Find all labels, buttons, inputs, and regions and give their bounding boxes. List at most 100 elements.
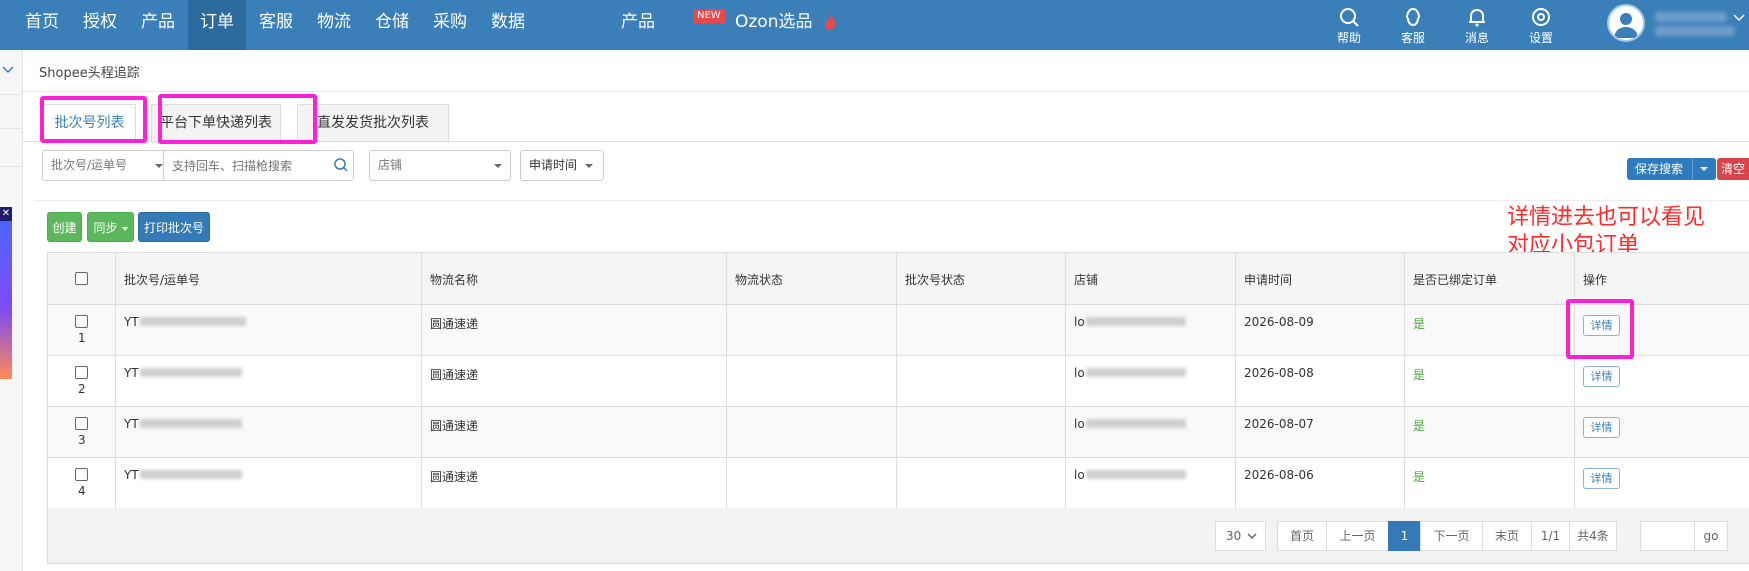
highlight-box [1566,299,1634,359]
search-input[interactable] [163,150,354,181]
batch-number-blurred [140,419,242,428]
shop-select-value: 店铺 [378,158,403,172]
nav-item-service[interactable]: 客服 [248,0,304,50]
side-ad-banner[interactable] [0,207,12,379]
shop-select[interactable]: 店铺 [369,150,511,181]
select-all-checkbox[interactable] [75,272,88,285]
search-icon[interactable] [333,157,349,173]
column-divider [726,253,727,509]
headset-icon [1406,7,1420,27]
table-row: 3 YT 圆通速递 lo 2026-08-07 是 详情 [48,407,1749,458]
nav-item-data[interactable]: 数据 [480,0,536,50]
last-page-button[interactable]: 末页 [1482,521,1532,551]
user-name-blurred [1655,12,1727,22]
bound-status: 是 [1413,419,1426,433]
table-header: 批次号/运单号 物流名称 物流状态 批次号状态 店铺 申请时间 是否已绑定订单 … [48,253,1749,305]
tool-service-label: 客服 [1400,31,1425,45]
header-bound: 是否已绑定订单 [1413,273,1498,287]
detail-button[interactable]: 详情 [1583,468,1620,489]
user-menu[interactable] [1605,0,1749,50]
nav-item-products[interactable]: 产品 [130,0,186,50]
shop-name: lo [1074,366,1085,380]
tab-direct-shipping-list[interactable]: 直发发货批次列表 [297,104,449,141]
clear-button[interactable]: 清空 [1717,158,1749,180]
prev-page-button[interactable]: 上一页 [1326,521,1389,551]
time-select-value: 申请时间 [529,158,578,172]
save-search-label: 保存搜索 [1635,162,1684,176]
first-page-button[interactable]: 首页 [1277,521,1327,551]
apply-time: 2026-08-08 [1244,366,1314,380]
type-select[interactable]: 批次号/运单号 [42,150,172,181]
highlight-box [158,94,317,144]
batch-table: 批次号/运单号 物流名称 物流状态 批次号状态 店铺 申请时间 是否已绑定订单 … [47,252,1749,509]
header-batch-no: 批次号/运单号 [124,273,201,287]
column-divider [1404,253,1405,509]
divider [0,128,22,129]
bound-status: 是 [1413,317,1426,331]
tool-settings-label: 设置 [1528,31,1553,45]
batch-number[interactable]: YT [124,417,139,431]
nav-item-auth[interactable]: 授权 [72,0,128,50]
row-checkbox[interactable] [75,468,88,481]
detail-button[interactable]: 详情 [1583,366,1620,387]
type-select-value: 批次号/运单号 [51,158,128,172]
column-divider [115,253,116,509]
shop-name: lo [1074,417,1085,431]
header-batch-status: 批次号状态 [905,273,966,287]
page-size-value: 30 [1226,529,1242,543]
nav-item-purchase[interactable]: 采购 [422,0,478,50]
row-checkbox[interactable] [75,366,88,379]
detail-button[interactable]: 详情 [1583,417,1620,438]
row-checkbox[interactable] [75,417,88,430]
row-index: 3 [78,433,86,447]
nav-item-orders[interactable]: 订单 [188,0,246,50]
nav-item-ozon[interactable]: Ozon选品 [735,0,831,50]
apply-time: 2026-08-06 [1244,468,1314,482]
sync-button[interactable]: 同步 [87,212,134,242]
chevron-down-icon [1733,14,1745,22]
caret-down-icon [1700,167,1708,171]
top-navigation: 首页 授权 产品 订单 客服 物流 仓储 采购 数据 产品服务 NEW Ozon… [0,0,1749,76]
batch-number[interactable]: YT [124,366,139,380]
nav-item-storage[interactable]: 仓储 [364,0,420,50]
nav-item-home[interactable]: 首页 [14,0,70,50]
gear-icon [1532,8,1550,26]
batch-number-blurred [140,470,242,479]
filter-bar: 批次号/运单号 店铺 申请时间 保存搜索 清空 [23,142,1749,200]
close-icon[interactable]: ✕ [0,207,12,221]
highlight-box [40,96,147,143]
tool-messages-label: 消息 [1464,31,1489,45]
row-checkbox[interactable] [75,315,88,328]
bell-icon [1469,8,1485,27]
tool-help[interactable]: 帮助 [1326,4,1372,46]
save-search-button[interactable]: 保存搜索 [1627,158,1716,180]
time-select[interactable]: 申请时间 [520,150,604,181]
shop-name-blurred [1086,419,1186,428]
batch-number[interactable]: YT [124,315,139,329]
fire-icon [825,14,836,30]
page-size-select[interactable]: 30 [1215,521,1266,551]
batch-number[interactable]: YT [124,468,139,482]
create-button[interactable]: 创建 [47,212,82,242]
user-avatar-icon [1614,13,1638,38]
tool-settings[interactable]: 设置 [1518,4,1564,46]
chevron-down-icon[interactable] [2,66,14,74]
save-search-dropdown[interactable] [1692,158,1716,180]
logistics-name: 圆通速递 [430,317,479,331]
tool-messages[interactable]: 消息 [1454,4,1500,46]
header-logistics-name: 物流名称 [430,273,479,287]
print-batch-button[interactable]: 打印批次号 [138,212,210,242]
next-page-button[interactable]: 下一页 [1420,521,1483,551]
nav-item-product-service[interactable]: 产品服务 [545,0,655,76]
page-1-button[interactable]: 1 [1388,521,1421,551]
row-index: 2 [78,382,86,396]
nav-item-logistics[interactable]: 物流 [306,0,362,50]
go-button[interactable]: go [1694,521,1728,551]
caret-down-icon [155,164,163,168]
header-logistics-status: 物流状态 [735,273,784,287]
tool-service[interactable]: 客服 [1390,4,1436,46]
column-divider [1574,253,1575,509]
page-jump-input[interactable] [1640,521,1695,551]
new-badge: NEW [693,9,725,23]
user-account-blurred [1655,26,1735,36]
